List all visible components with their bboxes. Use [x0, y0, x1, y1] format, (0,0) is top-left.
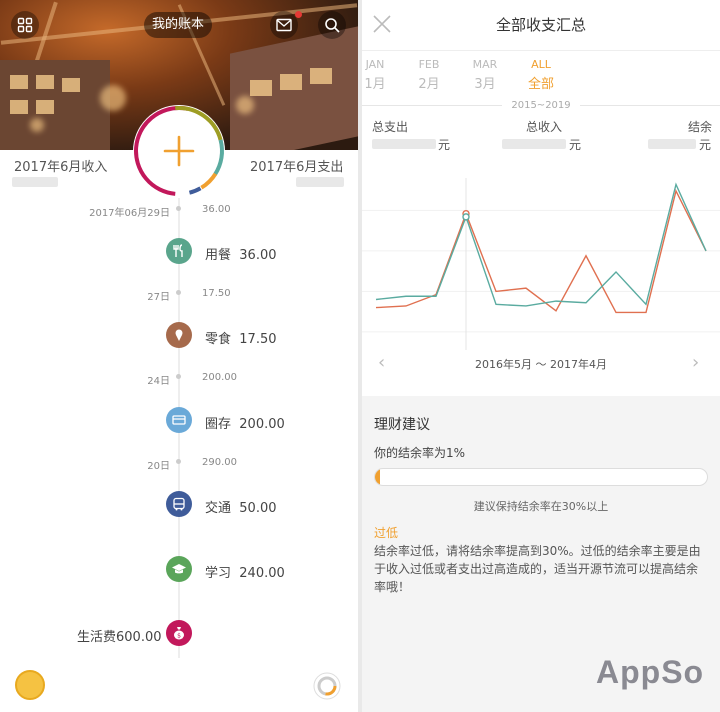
ledger-screen: 我的账本 2017年6月收入 2017年6月支出 2017年06月29日 36.… [0, 0, 358, 712]
balance-unit: 元 [699, 138, 712, 152]
tab-all[interactable]: ALL 全部 [524, 58, 558, 92]
search-icon[interactable] [318, 11, 346, 39]
balance-rate-bar [374, 468, 708, 486]
tab-feb[interactable]: FEB 2月 [414, 58, 444, 92]
total-expense-unit: 元 [438, 138, 451, 152]
record-label: 交通 [205, 501, 232, 516]
coin-icon[interactable] [15, 670, 45, 700]
expense-label: 2017年6月支出 [250, 160, 344, 175]
balance-label: 结余 [688, 120, 713, 134]
total-expense-label: 总支出 [372, 120, 409, 134]
tab-en-label: ALL [531, 58, 551, 71]
balance-rate-text: 你的结余率为1% [374, 446, 466, 460]
dining-icon[interactable] [166, 238, 192, 264]
advice-title: 理财建议 [374, 417, 430, 433]
year-range: 2015~2019 [511, 100, 571, 111]
chart-series-line-1 [375, 182, 707, 307]
balance-blurred [648, 139, 696, 149]
timeline-dot [176, 290, 181, 295]
bus-icon[interactable] [166, 491, 192, 517]
notification-dot [295, 11, 302, 18]
record-amount: 50.00 [239, 501, 277, 516]
advice-text: 结余率过低，请将结余率提高到30%。过低的结余率主要是由于收入过低或者支出过高造… [374, 544, 701, 594]
chart-period: 2016年5月 ～ 2017年4月 [475, 358, 607, 371]
timeline-date: 24日 [147, 376, 170, 387]
tab-zh-label: 全部 [527, 77, 554, 92]
timeline-date: 20日 [147, 461, 170, 472]
record-label: 用餐 [205, 248, 232, 263]
timeline-dot [176, 459, 181, 464]
balance-rate-fill [375, 469, 380, 485]
chart-series-line-0 [375, 188, 707, 314]
income-record-label[interactable]: 生活费600.00 [77, 626, 162, 645]
record-label: 零食 [205, 332, 232, 347]
advice-level: 过低 [374, 526, 399, 540]
list-item[interactable]: 圈存 200.00 [205, 413, 285, 432]
income-expense-line-chart [362, 178, 720, 350]
chart-point-highlight-1 [462, 213, 470, 221]
tab-zh-label: 3月 [474, 77, 496, 92]
svg-text:$: $ [177, 633, 181, 640]
tab-en-label: JAN [365, 58, 385, 71]
finance-advice-panel: 理财建议 你的结余率为1% 建议保持结余率在30%以上 过低 结余率过低，请将结… [362, 396, 720, 712]
advice-suggestion: 建议保持结余率在30%以上 [473, 500, 609, 513]
mail-icon[interactable] [270, 11, 298, 39]
total-expense-blurred [372, 139, 436, 149]
tab-mar[interactable]: MAR 3月 [470, 58, 500, 92]
list-item[interactable]: 零食 17.50 [205, 328, 277, 347]
chevron-right-icon[interactable]: › [692, 352, 699, 373]
add-record-button[interactable] [131, 103, 227, 199]
timeline-dot [176, 374, 181, 379]
list-item[interactable]: 用餐 36.00 [205, 244, 277, 263]
grid-icon[interactable] [11, 11, 39, 39]
tab-en-label: MAR [472, 58, 498, 71]
icecream-icon[interactable] [166, 322, 192, 348]
income-label: 2017年6月收入 [14, 160, 108, 175]
page-title: 全部收支汇总 [495, 16, 586, 34]
record-amount: 36.00 [239, 248, 277, 263]
list-item[interactable]: 学习 240.00 [205, 562, 285, 581]
pie-chart-icon[interactable] [313, 672, 341, 700]
total-income-unit: 元 [569, 138, 582, 152]
timeline-amount: 290.00 [202, 457, 237, 468]
record-amount: 200.00 [239, 417, 285, 432]
timeline-amount: 36.00 [202, 204, 231, 215]
header-divider [362, 50, 720, 51]
summary-screen: 全部收支汇总 JAN 1月 FEB 2月 MAR 3月 ALL 全部 2015~… [362, 0, 720, 712]
record-label: 圈存 [205, 417, 232, 432]
record-amount: 240.00 [239, 566, 285, 581]
tab-zh-label: 2月 [418, 77, 440, 92]
moneybag-icon[interactable]: $ [166, 620, 192, 646]
expense-amount-blurred [296, 177, 344, 187]
list-item[interactable]: 交通 50.00 [205, 497, 277, 516]
appso-logo: AppSo [596, 654, 705, 690]
income-amount-blurred [12, 177, 58, 187]
graduation-icon[interactable] [166, 556, 192, 582]
card-icon[interactable] [166, 407, 192, 433]
timeline-date: 2017年06月29日 [89, 208, 170, 219]
tab-en-label: FEB [418, 58, 440, 71]
timeline-dot [176, 206, 181, 211]
book-title[interactable]: 我的账本 [144, 12, 213, 38]
record-amount: 17.50 [239, 332, 277, 347]
timeline-date: 27日 [147, 292, 170, 303]
record-label: 学习 [205, 566, 232, 581]
timeline-amount: 17.50 [202, 288, 231, 299]
timeline-amount: 200.00 [202, 372, 237, 383]
tab-zh-label: 1月 [364, 77, 386, 92]
tab-jan[interactable]: JAN 1月 [362, 58, 388, 92]
total-income-label: 总收入 [526, 120, 563, 134]
total-income-blurred [502, 139, 566, 149]
